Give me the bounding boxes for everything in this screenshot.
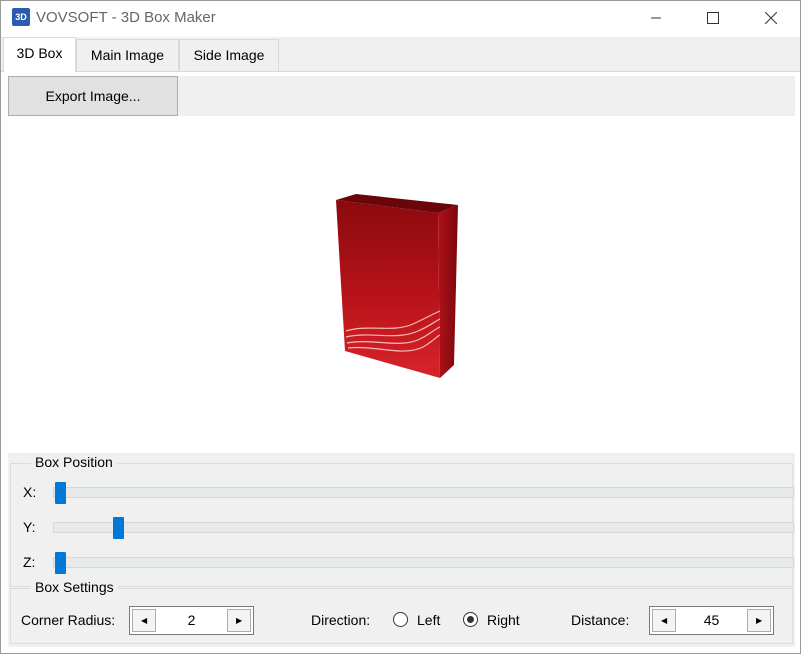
tab-side-image[interactable]: Side Image [179,39,279,71]
corner-radius-value[interactable]: 2 [158,612,225,628]
y-slider[interactable] [53,517,794,539]
maximize-icon [707,12,719,24]
minimize-button[interactable] [633,1,679,35]
distance-label: Distance: [571,612,630,628]
arrow-right-icon: ▶ [236,616,243,625]
arrow-right-icon: ▶ [756,616,763,625]
corner-radius-increment-button[interactable]: ▶ [227,609,251,632]
tab-3d-box[interactable]: 3D Box [3,37,76,72]
distance-increment-button[interactable]: ▶ [747,609,771,632]
direction-right-radio[interactable] [463,612,478,627]
direction-left-radio[interactable] [393,612,408,627]
distance-decrement-button[interactable]: ◀ [652,609,676,632]
box-side-face [438,205,458,378]
box-position-group: Box Position X: Y: Z: [10,454,794,587]
tab-main-image[interactable]: Main Image [76,39,179,71]
x-slider-thumb[interactable] [55,482,66,504]
app-window: 3D VOVSOFT - 3D Box Maker 3D Box Main Im… [0,0,801,654]
z-slider[interactable] [53,552,794,574]
corner-radius-label: Corner Radius: [21,612,116,628]
corner-radius-spinner[interactable]: ◀ 2 ▶ [129,606,254,635]
y-slider-thumb[interactable] [113,517,125,539]
minimize-icon [651,17,661,19]
arrow-left-icon: ◀ [141,616,148,625]
corner-radius-decrement-button[interactable]: ◀ [132,609,156,632]
box-preview-area [8,119,795,451]
close-icon [765,12,777,24]
close-button[interactable] [748,1,794,35]
x-slider[interactable] [53,482,794,504]
direction-right-label[interactable]: Right [487,612,520,628]
box-settings-group: Box Settings Corner Radius: ◀ 2 ▶ Direct… [10,579,793,644]
window-title: VOVSOFT - 3D Box Maker [36,9,216,26]
title-bar[interactable]: 3D VOVSOFT - 3D Box Maker [1,1,800,35]
tab-bar: 3D Box Main Image Side Image [1,37,800,72]
direction-label: Direction: [311,612,371,628]
maximize-button[interactable] [690,1,736,35]
distance-value[interactable]: 45 [678,612,745,628]
y-label: Y: [23,519,36,535]
toolbar: Export Image... [8,76,795,116]
settings-panel: Box Position X: Y: Z: Box Settings Corne… [8,453,795,647]
distance-spinner[interactable]: ◀ 45 ▶ [649,606,774,635]
z-label: Z: [23,554,36,570]
z-slider-thumb[interactable] [55,552,66,574]
direction-left-label[interactable]: Left [417,612,440,628]
app-icon: 3D [12,8,30,26]
box-position-title: Box Position [31,454,117,470]
3d-box-render [336,194,458,378]
export-image-button[interactable]: Export Image... [8,76,178,116]
arrow-left-icon: ◀ [661,616,668,625]
x-label: X: [23,484,37,500]
radio-selected-dot [467,616,474,623]
box-front-face [336,200,440,378]
box-settings-title: Box Settings [31,579,118,595]
